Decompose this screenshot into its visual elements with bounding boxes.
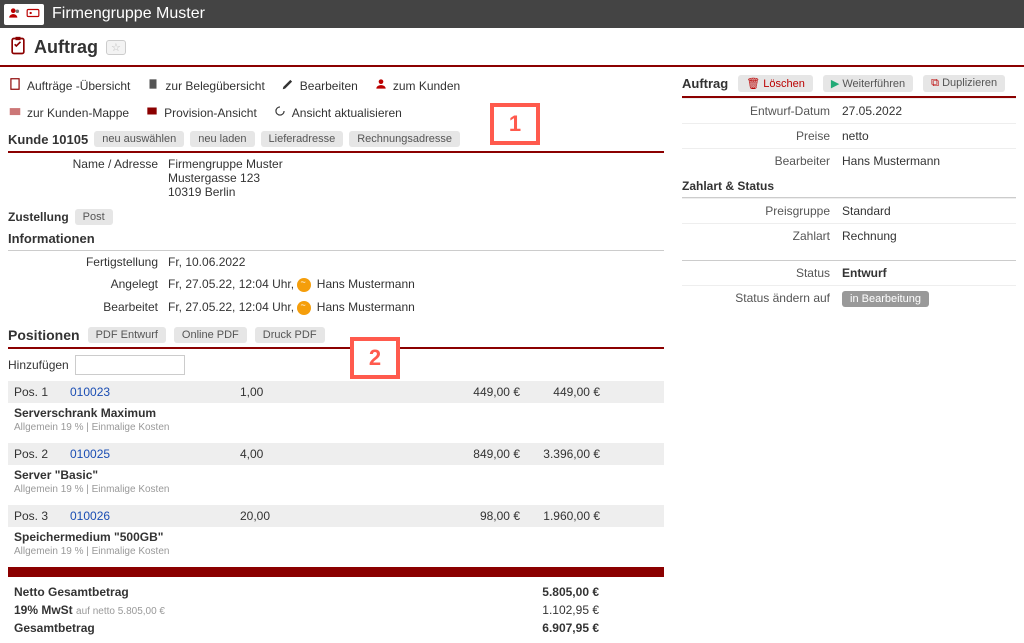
clipboard-icon: [8, 36, 28, 59]
clipboard-icon: [8, 77, 22, 94]
prices-label: Preise: [682, 129, 842, 143]
add-position-input[interactable]: [75, 355, 185, 375]
user-icon: [374, 77, 388, 94]
info-section-head: Informationen: [8, 227, 664, 251]
to-folder-link[interactable]: zur Kunden-Mappe: [8, 104, 129, 121]
commission-link[interactable]: Provision-Ansicht: [145, 104, 257, 121]
article-link[interactable]: 010025: [70, 447, 240, 461]
delivery-post-button[interactable]: Post: [75, 209, 113, 225]
topbar-icons: [4, 4, 44, 25]
edit-link[interactable]: Bearbeiten: [281, 77, 358, 94]
paytype-label: Zahlart: [682, 229, 842, 243]
refresh-icon: [273, 104, 287, 121]
position-sub: Allgemein 19 % | Einmalige Kosten: [8, 484, 664, 505]
name-address-value: Firmengruppe Muster Mustergasse 123 1031…: [168, 157, 664, 199]
totals-block: Netto Gesamtbetrag5.805,00 € 19% MwSt au…: [8, 577, 664, 643]
article-link[interactable]: 010023: [70, 385, 240, 399]
docs-icon: [146, 77, 160, 94]
payment-status-head: Zahlart & Status: [682, 173, 1016, 198]
toolbar-row1: Aufträge -Übersicht zur Belegübersicht B…: [8, 73, 664, 100]
paytype-value: Rechnung: [842, 229, 1016, 243]
position-row[interactable]: Pos. 2 010025 4,00 849,00 € 3.396,00 €: [8, 443, 664, 465]
side-header: Auftrag 🗑 Löschen ▶ Weiterführen ⧉ Dupli…: [682, 73, 1016, 98]
status-change-label: Status ändern auf: [682, 291, 842, 305]
toolbar-row2: zur Kunden-Mappe Provision-Ansicht Ansic…: [8, 100, 664, 127]
commission-icon: [145, 104, 159, 121]
user-badge-icon: [297, 278, 311, 292]
position-desc: Speichermedium "500GB": [8, 527, 664, 546]
customer-section-head: Kunde 10105 neu auswählen neu laden Lief…: [8, 127, 664, 153]
vat-value: 1.102,95 €: [509, 603, 599, 617]
to-docs-link[interactable]: zur Belegübersicht: [146, 77, 264, 94]
status-label: Status: [682, 266, 842, 280]
prices-value: netto: [842, 129, 1016, 143]
article-link[interactable]: 010026: [70, 509, 240, 523]
created-value: Fr, 27.05.22, 12:04 Uhr, Hans Mustermann: [168, 277, 664, 292]
grand-total-value: 6.907,95 €: [509, 621, 599, 635]
draft-date-label: Entwurf-Datum: [682, 104, 842, 118]
trash-icon: 🗑: [746, 78, 760, 90]
position-row[interactable]: Pos. 1 010023 1,00 449,00 € 449,00 €: [8, 381, 664, 403]
to-customer-link[interactable]: zum Kunden: [374, 77, 460, 94]
billing-address-button[interactable]: Rechnungsadresse: [349, 131, 460, 147]
print-pdf-button[interactable]: Druck PDF: [255, 327, 325, 343]
callout-2: 2: [350, 337, 400, 379]
copy-icon: ⧉: [931, 77, 939, 89]
online-pdf-button[interactable]: Online PDF: [174, 327, 247, 343]
delivery-address-button[interactable]: Lieferadresse: [261, 131, 344, 147]
totals-divider: [8, 567, 664, 577]
callout-1: 1: [490, 103, 540, 145]
page-title: Auftrag: [34, 37, 98, 58]
position-sub: Allgemein 19 % | Einmalige Kosten: [8, 546, 664, 567]
duplicate-button[interactable]: ⧉ Duplizieren: [923, 75, 1005, 92]
play-icon: ▶: [831, 78, 839, 90]
delivery-subhead: Zustellung Post: [8, 203, 664, 227]
draft-date-value: 27.05.2022: [842, 104, 1016, 118]
pricegroup-label: Preisgruppe: [682, 204, 842, 218]
topbar-title: Firmengruppe Muster: [52, 5, 205, 23]
page-header: Auftrag ☆: [0, 28, 1024, 67]
users-icon[interactable]: [8, 6, 22, 23]
customer-reload-button[interactable]: neu laden: [190, 131, 254, 147]
status-change-pill[interactable]: in Bearbeitung: [842, 291, 929, 307]
add-label: Hinzufügen: [8, 358, 69, 372]
vat-label: 19% MwSt: [14, 603, 73, 617]
customer-reselect-button[interactable]: neu auswählen: [94, 131, 184, 147]
net-total-value: 5.805,00 €: [509, 585, 599, 599]
pencil-icon: [281, 77, 295, 94]
position-row[interactable]: Pos. 3 010026 20,00 98,00 € 1.960,00 €: [8, 505, 664, 527]
positions-head: Positionen PDF Entwurf Online PDF Druck …: [8, 319, 664, 349]
status-value: Entwurf: [842, 266, 1016, 280]
vat-sub: auf netto 5.805,00 €: [76, 606, 165, 617]
position-sub: Allgemein 19 % | Einmalige Kosten: [8, 422, 664, 443]
position-desc: Serverschrank Maximum: [8, 403, 664, 422]
editor-value: Hans Mustermann: [842, 154, 1016, 168]
id-card-icon[interactable]: [26, 6, 40, 23]
app-topbar: Firmengruppe Muster: [0, 0, 1024, 28]
favorite-star-icon[interactable]: ☆: [106, 40, 126, 55]
grand-total-label: Gesamtbetrag: [14, 621, 509, 635]
editor-label: Bearbeiter: [682, 154, 842, 168]
name-address-label: Name / Adresse: [8, 157, 168, 199]
folder-icon: [8, 104, 22, 121]
delete-button[interactable]: 🗑 Löschen: [738, 75, 813, 92]
continue-button[interactable]: ▶ Weiterführen: [823, 75, 913, 92]
net-total-label: Netto Gesamtbetrag: [14, 585, 509, 599]
completion-label: Fertigstellung: [8, 255, 168, 269]
edited-label: Bearbeitet: [8, 300, 168, 315]
edited-value: Fr, 27.05.22, 12:04 Uhr, Hans Mustermann: [168, 300, 664, 315]
pdf-draft-button[interactable]: PDF Entwurf: [88, 327, 166, 343]
refresh-link[interactable]: Ansicht aktualisieren: [273, 104, 402, 121]
orders-overview-link[interactable]: Aufträge -Übersicht: [8, 77, 130, 94]
user-badge-icon: [297, 301, 311, 315]
position-desc: Server "Basic": [8, 465, 664, 484]
pricegroup-value: Standard: [842, 204, 1016, 218]
completion-value: Fr, 10.06.2022: [168, 255, 664, 269]
created-label: Angelegt: [8, 277, 168, 292]
add-position-row: Hinzufügen: [8, 349, 664, 381]
